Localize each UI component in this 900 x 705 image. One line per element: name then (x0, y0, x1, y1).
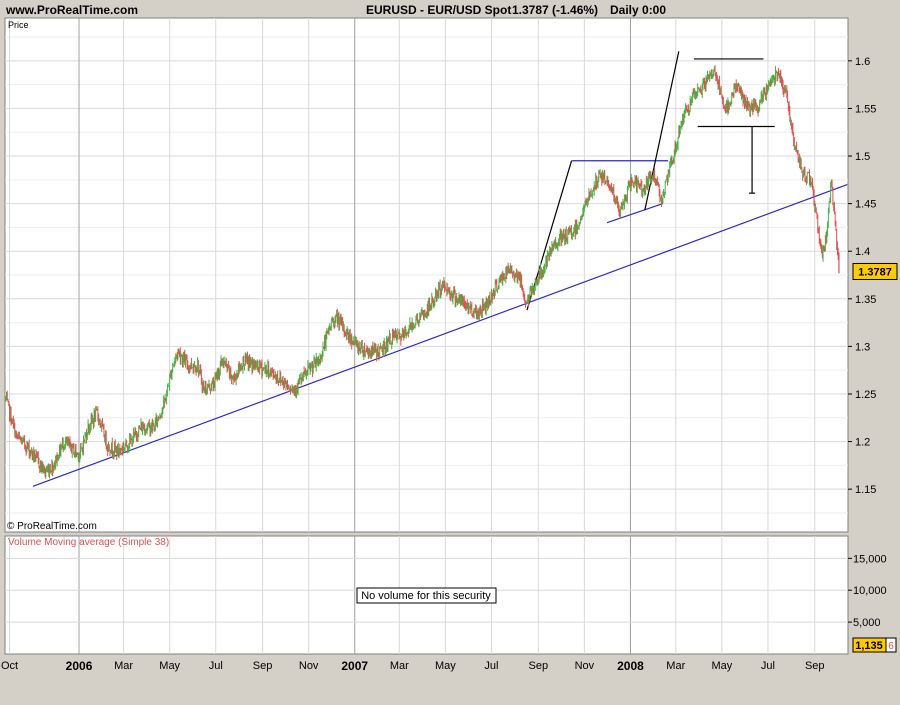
chart-canvas: www.ProRealTime.com EURUSD - EUR/USD Spo… (1, 3, 898, 673)
date-tick-label: Mar (666, 660, 685, 672)
date-tick-label: May (159, 660, 180, 672)
price-label: Price (8, 20, 29, 30)
date-tick-label: 2006 (66, 659, 93, 673)
date-tick-label: Nov (299, 660, 319, 672)
date-tick-label: Oct (1, 660, 18, 672)
date-tick-label: Jul (761, 660, 775, 672)
volume-tick-label: 5,000 (853, 617, 881, 629)
date-tick-label: Sep (805, 660, 825, 672)
last-price-text: 1.3787 (858, 266, 892, 278)
volume-tick-label: 15,000 (853, 553, 887, 565)
price-tick-label: 1.55 (855, 103, 876, 115)
price-tick-label: 1.5 (855, 151, 870, 163)
date-tick-label: 2008 (617, 659, 644, 673)
timeframe-text: Daily 0:00 (610, 3, 666, 17)
date-tick-label: Mar (114, 660, 133, 672)
no-volume-message: No volume for this security (361, 590, 491, 602)
date-tick-label: May (711, 660, 732, 672)
price-tick-label: 1.6 (855, 56, 870, 68)
date-tick-label: Sep (253, 660, 273, 672)
price-tick-label: 1.35 (855, 294, 876, 306)
volume-tick-label: 10,000 (853, 585, 887, 597)
volume-last-text: 1,135 (855, 640, 883, 652)
volume-last-badge: 1,135 6 (852, 637, 897, 653)
date-tick-label: May (435, 660, 456, 672)
chart-window: www.ProRealTime.com EURUSD - EUR/USD Spo… (0, 0, 900, 700)
quote-text: 1.3787 (-1.46%) (512, 3, 598, 17)
site-title: www.ProRealTime.com (5, 3, 138, 17)
price-tick-label: 1.4 (855, 246, 870, 258)
date-tick-label: Nov (575, 660, 595, 672)
price-tick-label: 1.15 (855, 484, 876, 496)
date-tick-label: Jul (484, 660, 498, 672)
date-axis[interactable]: Oct 2006 Mar May Jul Sep Nov 2007 Mar May Jul Sep No… (1, 659, 825, 673)
watermark: © ProRealTime.com (7, 521, 97, 532)
volume-axis[interactable]: 5,000 10,000 15,000 (848, 553, 887, 629)
price-tick-label: 1.2 (855, 437, 870, 449)
date-tick-label: Mar (390, 660, 409, 672)
price-tick-label: 1.3 (855, 341, 870, 353)
last-price-badge: 1.3787 (852, 262, 898, 280)
volume-last-suffix: 6 (888, 641, 894, 652)
date-tick-label: Jul (209, 660, 223, 672)
instrument-title: EURUSD - EUR/USD Spot (366, 3, 511, 17)
date-tick-label: Sep (529, 660, 549, 672)
price-tick-label: 1.25 (855, 389, 876, 401)
date-tick-label: 2007 (341, 659, 368, 673)
price-tick-label: 1.45 (855, 199, 876, 211)
volume-title: Volume Moving average (Simple 38) (8, 537, 169, 548)
